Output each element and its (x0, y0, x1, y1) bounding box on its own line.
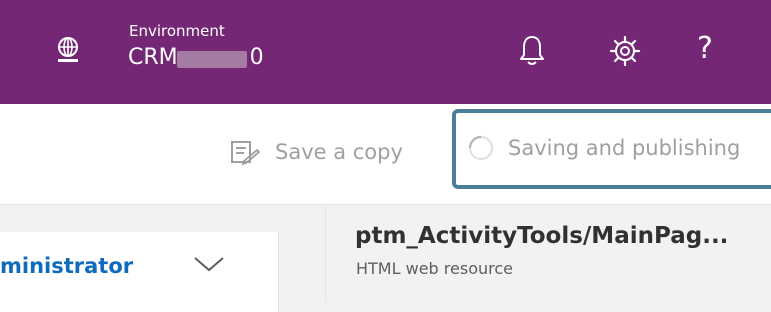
chevron-down-icon[interactable] (192, 254, 226, 274)
command-bar: Save a copy Saving and publishing (0, 104, 771, 205)
panel-divider (325, 205, 326, 301)
environment-name-prefix: CRM (128, 45, 178, 70)
saving-and-publishing-button[interactable]: Saving and publishing (452, 109, 771, 189)
top-header-bar: Environment CRM 0 ? (0, 0, 771, 104)
saving-label: Saving and publishing (508, 136, 741, 160)
globe-icon[interactable] (52, 34, 84, 66)
environment-label: Environment (129, 22, 225, 40)
bell-icon[interactable] (519, 33, 545, 67)
owner-panel[interactable]: ministrator (0, 232, 279, 312)
save-copy-icon (231, 141, 260, 166)
save-copy-label: Save a copy (275, 140, 403, 164)
web-resource-title: ptm_ActivityTools/MainPag... (355, 223, 729, 249)
spinner-icon (468, 135, 493, 160)
owner-text: ministrator (0, 254, 134, 278)
environment-name-suffix: 0 (249, 45, 264, 70)
main-area: ministrator ptm_ActivityTools/MainPag...… (0, 205, 771, 312)
gear-icon[interactable] (608, 34, 642, 68)
help-icon[interactable]: ? (697, 30, 713, 68)
web-resource-type: HTML web resource (356, 259, 513, 278)
redacted-environment-id (177, 51, 247, 68)
